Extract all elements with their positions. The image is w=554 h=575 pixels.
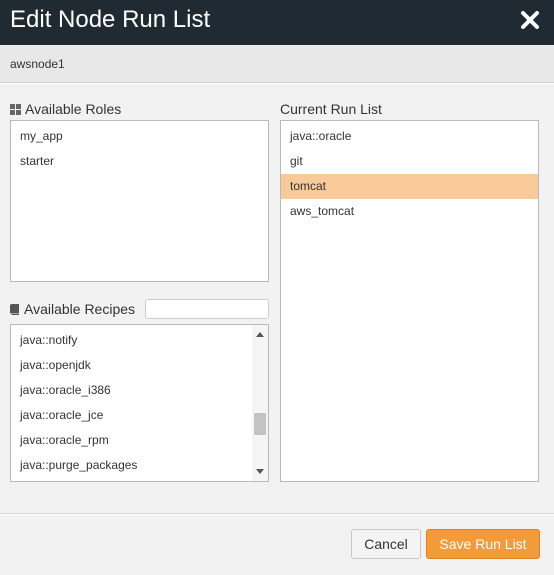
list-item[interactable]: java::notify	[11, 328, 268, 353]
grid-icon	[10, 102, 21, 118]
list-item[interactable]: java::openjdk	[11, 353, 268, 378]
list-item[interactable]: starter	[11, 149, 268, 174]
cancel-button[interactable]: Cancel	[351, 529, 421, 559]
list-item[interactable]: my_app	[11, 124, 268, 149]
list-item[interactable]: java::purge_packages	[11, 453, 268, 478]
available-recipes-list[interactable]: java::notify java::openjdk java::oracle_…	[10, 324, 269, 482]
scroll-up-arrow-icon[interactable]	[256, 332, 264, 337]
dialog-title: Edit Node Run List	[10, 6, 211, 33]
available-roles-heading: Available Roles	[10, 101, 121, 118]
save-run-list-button[interactable]: Save Run List	[426, 529, 540, 559]
list-item-selected[interactable]: tomcat	[281, 174, 538, 199]
available-recipes-label: Available Recipes	[24, 301, 136, 317]
recipe-search-input[interactable]	[145, 299, 269, 319]
list-item[interactable]: java::oracle	[281, 124, 538, 149]
dialog-footer: Cancel Save Run List	[0, 515, 554, 575]
list-item[interactable]: java::oracle_i386	[11, 378, 268, 403]
node-name-bar: awsnode1	[0, 45, 554, 83]
dialog-titlebar: Edit Node Run List	[0, 0, 554, 45]
available-roles-list[interactable]: my_app starter	[10, 120, 269, 282]
available-recipes-heading: Available Recipes	[10, 301, 135, 318]
list-item[interactable]: java::oracle_jce	[11, 403, 268, 428]
dialog-body: Available Roles my_app starter Available…	[0, 84, 554, 514]
recipes-scrollbar[interactable]	[252, 325, 268, 481]
close-icon[interactable]	[520, 8, 540, 32]
list-item[interactable]: java::oracle_rpm	[11, 428, 268, 453]
scroll-thumb[interactable]	[254, 413, 266, 435]
list-item[interactable]: git	[281, 149, 538, 174]
node-name: awsnode1	[10, 57, 65, 71]
scroll-down-arrow-icon[interactable]	[256, 469, 264, 474]
current-run-list[interactable]: java::oracle git tomcat aws_tomcat	[280, 120, 539, 482]
list-item[interactable]: aws_tomcat	[281, 199, 538, 224]
current-run-list-label: Current Run List	[280, 101, 382, 117]
book-icon	[10, 302, 19, 318]
available-roles-label: Available Roles	[25, 101, 122, 117]
